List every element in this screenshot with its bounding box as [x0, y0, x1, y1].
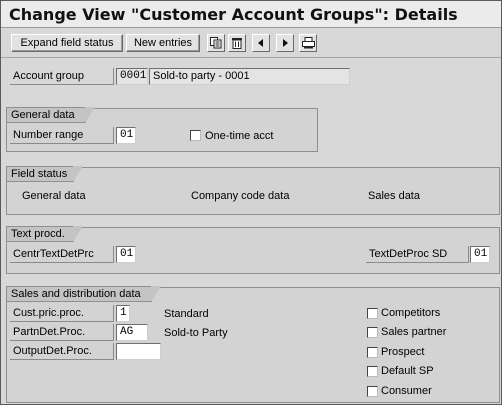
text-det-proc-sd-field[interactable]: 01: [470, 246, 490, 263]
prospect-checkbox[interactable]: [367, 347, 378, 358]
delete-icon[interactable]: [228, 34, 246, 52]
application-toolbar: Expand field status New entries: [1, 29, 501, 58]
sales-partner-label: Sales partner: [381, 326, 447, 338]
consumer-label: Consumer: [381, 385, 432, 397]
expand-field-status-button[interactable]: Expand field status: [11, 34, 123, 52]
cust-pric-proc-description: Standard: [164, 308, 209, 320]
field-status-company-code-data-link[interactable]: Company code data: [191, 189, 289, 203]
text-det-proc-sd-label: TextDetProc SD: [366, 246, 469, 263]
cust-pric-proc-label: Cust.pric.proc.: [10, 305, 114, 322]
default-sp-checkbox[interactable]: [367, 366, 378, 377]
field-status-tab: Field status: [6, 166, 83, 182]
one-time-acct-label: One-time acct: [205, 130, 274, 142]
competitors-label: Competitors: [381, 307, 441, 319]
page-title: Change View "Customer Account Groups": D…: [1, 1, 501, 28]
new-entries-button[interactable]: New entries: [126, 34, 200, 52]
cust-pric-proc-field[interactable]: 1: [116, 305, 130, 322]
copy-icon[interactable]: [207, 34, 225, 52]
prospect-label: Prospect: [381, 346, 425, 358]
number-range-label: Number range: [10, 127, 114, 144]
competitors-checkbox[interactable]: [367, 308, 378, 319]
print-icon[interactable]: [299, 34, 317, 52]
account-group-description-field[interactable]: Sold-to party - 0001: [149, 68, 350, 85]
number-range-field[interactable]: 01: [116, 127, 136, 144]
sales-partner-checkbox[interactable]: [367, 327, 378, 338]
text-proc-tab: Text procd.: [6, 226, 83, 242]
default-sp-label: Default SP: [381, 365, 434, 377]
one-time-acct-checkbox[interactable]: [190, 130, 201, 141]
partn-det-proc-label: PartnDet.Proc.: [10, 324, 114, 341]
partn-det-proc-field[interactable]: AG: [116, 324, 148, 341]
sales-distribution-tab: Sales and distribution data: [6, 286, 161, 302]
general-data-tab: General data: [6, 107, 95, 123]
next-icon[interactable]: [276, 34, 294, 52]
field-status-general-data-link[interactable]: General data: [22, 189, 86, 203]
field-status-sales-data-link[interactable]: Sales data: [368, 189, 420, 203]
account-group-code-field: 0001: [116, 68, 148, 85]
partn-det-proc-description: Sold-to Party: [164, 327, 228, 339]
account-group-label: Account group: [10, 68, 114, 85]
output-det-proc-label: OutputDet.Proc.: [10, 343, 114, 360]
previous-icon[interactable]: [252, 34, 270, 52]
output-det-proc-field[interactable]: [116, 343, 161, 360]
consumer-checkbox[interactable]: [367, 386, 378, 397]
centr-text-det-prc-field[interactable]: 01: [116, 246, 136, 263]
centr-text-det-prc-label: CentrTextDetPrc: [10, 246, 114, 263]
